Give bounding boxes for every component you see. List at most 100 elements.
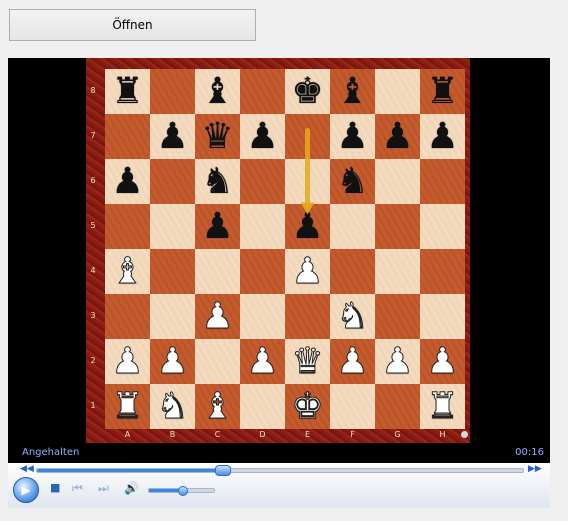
elapsed-time: 00:16 [515, 447, 544, 458]
black-pawn-icon: ♟ [291, 206, 324, 247]
square-a8: ♜ [105, 69, 150, 114]
rewind-icon[interactable]: ◀◀ [20, 464, 34, 474]
file-label: C [214, 430, 221, 439]
file-label: D [259, 430, 266, 439]
square-a5 [105, 204, 150, 249]
square-b8 [150, 69, 195, 114]
square-e7 [285, 114, 330, 159]
file-label: G [394, 430, 401, 439]
square-g7: ♟ [375, 114, 420, 159]
square-h4 [420, 249, 465, 294]
black-rook-icon: ♜ [426, 71, 459, 112]
rank-label: 8 [90, 86, 96, 95]
square-f4 [330, 249, 375, 294]
square-a3 [105, 294, 150, 339]
square-f5 [330, 204, 375, 249]
fast-forward-icon[interactable]: ▶▶ [528, 464, 542, 474]
square-c2 [195, 339, 240, 384]
square-a2: ♟ [105, 339, 150, 384]
square-d7: ♟ [240, 114, 285, 159]
square-a4: ♝ [105, 249, 150, 294]
chessboard: ♜ ♝ ♚ ♝ ♜ ♟ ♛ ♟ ♟ ♟ ♟ ♟ ♞ ♞ ♟ ♟ ♝ ♟ ♟ ♞ ♟ ♟ ♟ ♛ ♟ ♟ ♟ ♜ ♞ ♝ ♚ ♜ [105, 69, 465, 429]
square-d5 [240, 204, 285, 249]
square-e6 [285, 159, 330, 204]
square-e4: ♟ [285, 249, 330, 294]
square-h1: ♜ [420, 384, 465, 429]
file-label: B [169, 430, 176, 439]
volume-icon[interactable]: 🔊 [124, 481, 139, 495]
square-g8 [375, 69, 420, 114]
white-rook-icon: ♜ [426, 386, 459, 428]
white-pawn-icon: ♟ [381, 341, 414, 383]
square-b6 [150, 159, 195, 204]
black-bishop-icon: ♝ [201, 71, 234, 112]
stop-icon[interactable]: ■ [50, 481, 60, 494]
square-d6 [240, 159, 285, 204]
square-f7: ♟ [330, 114, 375, 159]
file-label: A [124, 430, 131, 439]
next-icon[interactable]: ⏭ [98, 481, 109, 496]
media-controls: ◀◀ ▶▶ ▶ ■ ⏮ ⏭ 🔊 [8, 463, 550, 508]
square-c6: ♞ [195, 159, 240, 204]
rank-label: 2 [90, 356, 96, 365]
square-a1: ♜ [105, 384, 150, 429]
black-pawn-icon: ♟ [111, 161, 144, 202]
square-g1 [375, 384, 420, 429]
white-bishop-icon: ♝ [111, 251, 144, 293]
black-bishop-icon: ♝ [336, 71, 369, 112]
square-g5 [375, 204, 420, 249]
white-knight-icon: ♞ [336, 296, 369, 338]
square-c1: ♝ [195, 384, 240, 429]
square-c4 [195, 249, 240, 294]
square-f8: ♝ [330, 69, 375, 114]
black-knight-icon: ♞ [336, 161, 369, 202]
square-d8 [240, 69, 285, 114]
rank-label: 4 [90, 266, 96, 275]
black-knight-icon: ♞ [201, 161, 234, 202]
volume-slider[interactable] [148, 486, 215, 496]
square-h5 [420, 204, 465, 249]
playback-status: Angehalten [22, 447, 80, 458]
square-b4 [150, 249, 195, 294]
white-pawn-icon: ♟ [291, 251, 324, 293]
file-label: E [304, 430, 311, 439]
play-button[interactable]: ▶ [13, 477, 39, 503]
square-c7: ♛ [195, 114, 240, 159]
white-pawn-icon: ♟ [336, 341, 369, 383]
square-d3 [240, 294, 285, 339]
square-d2: ♟ [240, 339, 285, 384]
white-pawn-icon: ♟ [201, 296, 234, 338]
square-h8: ♜ [420, 69, 465, 114]
white-bishop-icon: ♝ [201, 386, 234, 428]
square-b2: ♟ [150, 339, 195, 384]
white-pawn-icon: ♟ [111, 341, 144, 383]
square-e1: ♚ [285, 384, 330, 429]
square-h2: ♟ [420, 339, 465, 384]
file-label: F [350, 430, 355, 439]
square-c3: ♟ [195, 294, 240, 339]
seek-thumb[interactable] [214, 465, 231, 476]
square-f3: ♞ [330, 294, 375, 339]
square-f2: ♟ [330, 339, 375, 384]
open-button[interactable]: Öffnen [9, 9, 256, 41]
white-queen-icon: ♛ [291, 341, 324, 383]
volume-thumb[interactable] [177, 486, 188, 496]
black-pawn-icon: ♟ [426, 116, 459, 157]
previous-icon[interactable]: ⏮ [72, 481, 83, 496]
seek-bar[interactable] [36, 465, 524, 476]
rank-label: 1 [90, 401, 96, 410]
square-g2: ♟ [375, 339, 420, 384]
square-e3 [285, 294, 330, 339]
status-bar: Angehalten 00:16 [8, 445, 550, 463]
rank-label: 3 [90, 311, 96, 320]
seek-progress [37, 469, 222, 472]
white-pawn-icon: ♟ [246, 341, 279, 383]
white-pawn-icon: ♟ [426, 341, 459, 383]
video-area[interactable]: ♜ ♝ ♚ ♝ ♜ ♟ ♛ ♟ ♟ ♟ ♟ ♟ ♞ ♞ ♟ ♟ ♝ ♟ ♟ ♞ ♟ ♟ ♟ ♛ ♟ ♟ ♟ ♜ ♞ ♝ ♚ ♜ 8765432… [8, 58, 550, 462]
square-g6 [375, 159, 420, 204]
square-b1: ♞ [150, 384, 195, 429]
square-b5 [150, 204, 195, 249]
black-rook-icon: ♜ [111, 71, 144, 112]
black-pawn-icon: ♟ [381, 116, 414, 157]
square-h7: ♟ [420, 114, 465, 159]
